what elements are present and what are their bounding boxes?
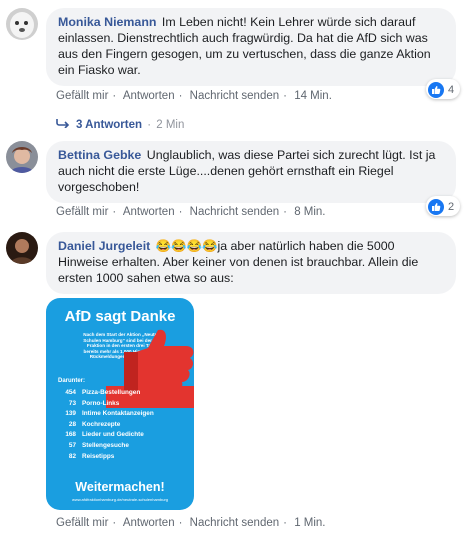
comment-bubble: Monika Niemann Im Leben nicht! Kein Lehr… [46, 8, 456, 86]
flyer-cta: Weitermachen! [75, 480, 165, 494]
comment-time[interactable]: 1 Min. [294, 517, 325, 529]
comment-time[interactable]: 14 Min. [294, 90, 332, 102]
flyer-list: 454 Pizza-Bestellungen 73 Porno-Links 139 I… [56, 388, 188, 462]
reply-link[interactable]: Antworten [123, 90, 175, 102]
reply-time: 2 Min [156, 118, 185, 131]
message-link[interactable]: Nachricht senden [190, 90, 280, 102]
flyer-subtitle: Darunter: [58, 378, 86, 384]
comment-emoji: 😂😂😂😂 [155, 239, 218, 253]
comment-time[interactable]: 8 Min. [294, 206, 325, 218]
flyer-item: 139 Intime Kontaktanzeigen [65, 410, 154, 418]
comment-author[interactable]: Monika Niemann [58, 15, 156, 29]
reaction-count[interactable]: 4 [426, 79, 461, 99]
flyer-item: 73 Porno-Links [68, 399, 120, 407]
view-replies[interactable]: 3 Antworten · 2 Min [56, 118, 184, 131]
comment-actions: Gefällt mir · Antworten · Nachricht senden… [56, 206, 326, 218]
reaction-number: 2 [448, 200, 455, 213]
flyer-item: 28 Kochrezepte [68, 420, 121, 428]
comment-bubble: Bettina Gebke Unglaublich, was diese Par… [46, 141, 456, 203]
attached-image[interactable]: AfD sagt Danke Nach dem Start der Aktion… [46, 298, 194, 510]
avatar[interactable] [6, 8, 38, 40]
reaction-count[interactable]: 2 [426, 196, 461, 216]
comment-actions: Gefällt mir · Antworten · Nachricht senden… [56, 90, 332, 102]
message-link[interactable]: Nachricht senden [190, 517, 280, 529]
reply-separator: · [144, 118, 155, 131]
like-link[interactable]: Gefällt mir [56, 206, 108, 218]
thumbs-up-icon [428, 198, 444, 215]
avatar[interactable] [6, 232, 38, 264]
like-link[interactable]: Gefällt mir [56, 90, 108, 102]
reply-count[interactable]: 3 Antworten [76, 119, 142, 131]
flyer-url: www.afdfraktionhamburg.de/neutrale-schul… [71, 497, 169, 502]
flyer-item: 82 Reisetipps [68, 452, 115, 460]
flyer-title: AfD sagt Danke [64, 308, 176, 325]
reply-link[interactable]: Antworten [123, 206, 175, 218]
thumbs-up-icon [428, 81, 444, 98]
avatar[interactable] [6, 141, 38, 173]
like-link[interactable]: Gefällt mir [56, 517, 108, 529]
reply-arrow-icon [56, 118, 70, 131]
flyer-item: 168 Lieder und Gedichte [65, 431, 144, 439]
flyer-item: 57 Stellengesuche [68, 441, 129, 449]
comment-actions: Gefällt mir · Antworten · Nachricht senden… [56, 517, 326, 529]
comment-author[interactable]: Bettina Gebke [58, 148, 141, 162]
comment-author[interactable]: Daniel Jurgeleit [58, 239, 150, 253]
message-link[interactable]: Nachricht senden [190, 206, 280, 218]
reply-link[interactable]: Antworten [123, 517, 175, 529]
flyer-item: 454 Pizza-Bestellungen [65, 389, 141, 396]
comment-bubble: Daniel Jurgeleit 😂😂😂😂ja aber natürlich h… [46, 232, 456, 294]
reaction-number: 4 [448, 83, 455, 96]
